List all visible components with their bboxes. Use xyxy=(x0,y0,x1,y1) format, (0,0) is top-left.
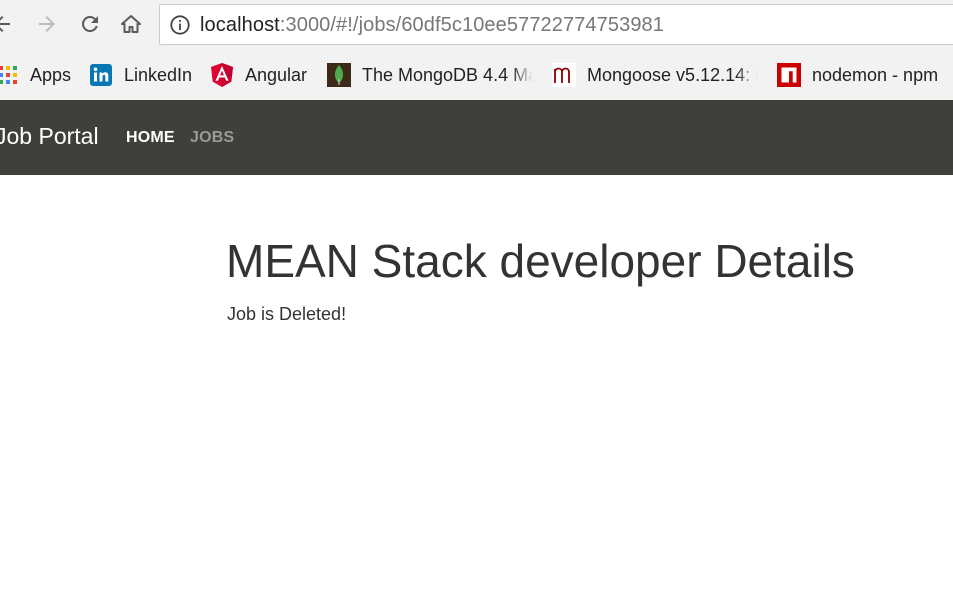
back-arrow-icon xyxy=(0,16,10,32)
forward-arrow-icon xyxy=(39,16,55,32)
linkedin-icon xyxy=(89,63,113,87)
nav-home-link[interactable]: HOME xyxy=(126,129,175,147)
app-navbar: Job Portal HOME JOBS xyxy=(0,100,953,175)
bookmark-mongodb[interactable]: The MongoDB 4.4 Ma xyxy=(327,62,533,88)
bookmark-mongoose[interactable]: Mongoose v5.12.14: D xyxy=(552,62,758,88)
bookmark-label: nodemon - npm xyxy=(812,64,939,85)
reload-icon xyxy=(81,15,98,32)
bookmark-label: The MongoDB 4.4 Ma xyxy=(362,64,533,85)
url-path: :3000/#!/jobs/60df5c10ee57722774753981 xyxy=(279,14,664,36)
label-fade xyxy=(511,62,533,88)
angular-icon xyxy=(210,63,234,87)
mongoose-icon xyxy=(552,63,576,87)
reload-button[interactable] xyxy=(74,8,106,40)
bookmark-label: Angular xyxy=(245,64,308,85)
home-icon xyxy=(121,15,141,33)
bookmark-angular[interactable]: Angular xyxy=(210,62,307,88)
bookmark-label: Mongoose v5.12.14: D xyxy=(587,64,758,85)
nav-jobs-link[interactable]: JOBS xyxy=(190,129,234,147)
brand-link[interactable]: Job Portal xyxy=(0,123,99,150)
npm-icon xyxy=(777,63,801,87)
status-message: Job is Deleted! xyxy=(227,304,347,324)
bookmark-label: Apps xyxy=(30,64,72,85)
bookmark-label: LinkedIn xyxy=(124,64,193,85)
bookmarks-bar: Apps LinkedIn Angular The MongoDB 4.4 Ma xyxy=(0,52,953,100)
bookmark-nodemon[interactable]: nodemon - npm xyxy=(777,62,938,88)
label-fade xyxy=(736,62,758,88)
page-title: MEAN Stack developer Details xyxy=(226,235,855,287)
bookmark-apps[interactable]: Apps xyxy=(0,62,71,88)
mongodb-leaf-icon xyxy=(327,63,351,87)
forward-button[interactable] xyxy=(31,8,63,40)
home-button[interactable] xyxy=(115,8,147,40)
apps-grid-icon xyxy=(0,63,20,87)
info-icon xyxy=(170,15,190,35)
address-bar[interactable]: localhost:3000/#!/jobs/60df5c10ee5772277… xyxy=(159,4,953,45)
bookmark-linkedin[interactable]: LinkedIn xyxy=(89,62,192,88)
url-text: localhost:3000/#!/jobs/60df5c10ee5772277… xyxy=(200,13,664,37)
browser-toolbar: localhost:3000/#!/jobs/60df5c10ee5772277… xyxy=(0,0,953,52)
url-host: localhost xyxy=(200,14,280,36)
back-button[interactable] xyxy=(0,8,18,40)
